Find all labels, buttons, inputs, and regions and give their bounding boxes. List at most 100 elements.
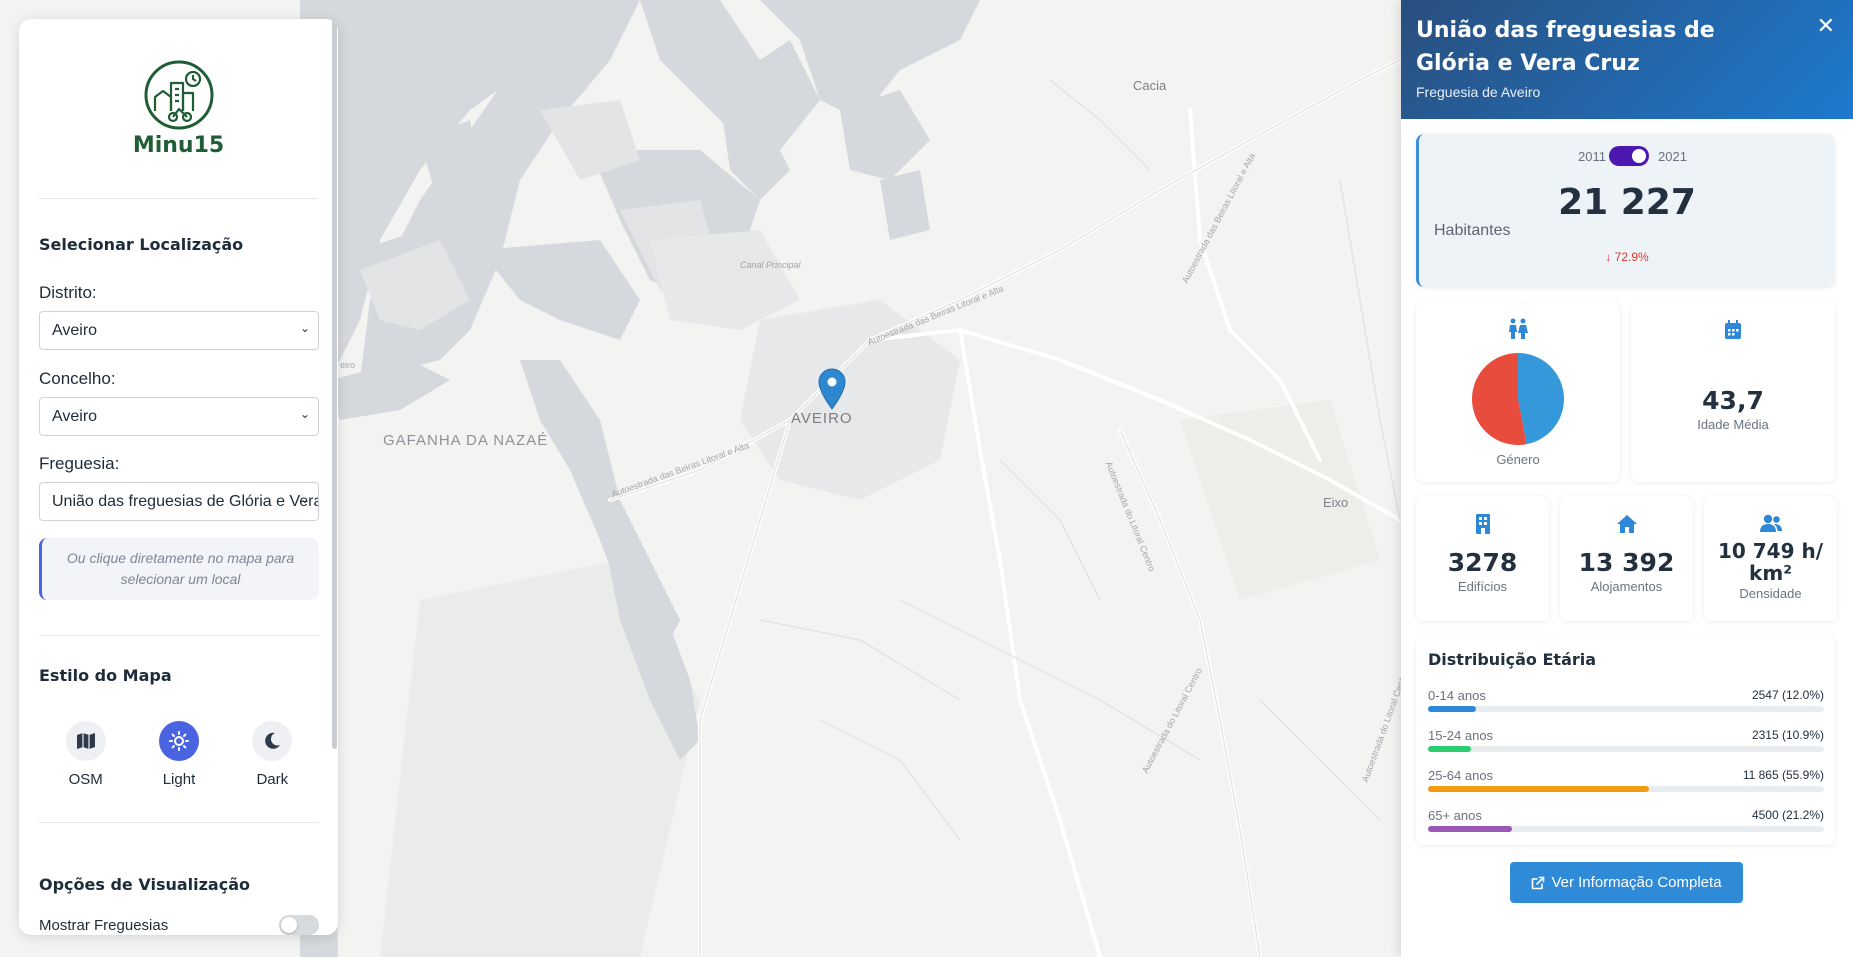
dwellings-value: 13 392: [1578, 548, 1675, 577]
distrito-value: Aveiro: [52, 322, 98, 339]
age-bar-track: [1428, 746, 1824, 752]
gender-label: Género: [1496, 452, 1540, 467]
logo-icon: [144, 60, 213, 130]
age-bar-track: [1428, 826, 1824, 832]
style-button-light[interactable]: [158, 721, 199, 761]
population-change: ↓ 72.9%: [1605, 250, 1649, 264]
density-label: Densidade: [1739, 586, 1802, 601]
age-bar-track: [1428, 786, 1824, 792]
toggle-knob: [1632, 149, 1646, 163]
toggle-knob: [281, 917, 297, 933]
chevron-down-icon: ⌄: [299, 321, 310, 335]
avg-age-card: 43,7 Idade Média: [1631, 302, 1835, 482]
divider: [39, 635, 319, 636]
sidebar-scrollbar[interactable]: [332, 19, 337, 749]
users-icon: [1759, 514, 1782, 532]
age-distribution-title: Distribuição Etária: [1428, 650, 1597, 669]
map-label-eixo: Eixo: [1323, 495, 1349, 510]
freguesia-select[interactable]: União das freguesias de Glória e Vera Cr…: [39, 482, 319, 521]
concelho-label: Concelho:: [39, 369, 116, 388]
map-style-options: OSM Light Dark: [39, 721, 319, 788]
view-full-info-button[interactable]: Ver Informação Completa: [1510, 862, 1743, 903]
calendar-icon: [1725, 320, 1741, 339]
gender-pie-chart: [1472, 353, 1564, 445]
distrito-label: Distrito:: [39, 283, 97, 302]
age-bar-fill: [1428, 786, 1650, 792]
age-value: 2315 (10.9%): [1751, 728, 1824, 742]
age-label: 15-24 anos: [1428, 728, 1494, 743]
map-icon: [76, 733, 95, 749]
panel-header: União das freguesias de Glória e Vera Cr…: [1401, 0, 1853, 119]
close-button[interactable]: ✕: [1817, 14, 1835, 39]
age-label: 25-64 anos: [1428, 768, 1494, 783]
panel-subtitle: Freguesia de Aveiro: [1416, 84, 1541, 100]
concelho-value: Aveiro: [52, 408, 98, 425]
style-button-osm[interactable]: [65, 721, 106, 761]
divider: [39, 822, 319, 823]
style-option-light[interactable]: Light: [139, 721, 219, 788]
logo: Minu15: [39, 19, 318, 199]
show-freguesias-toggle[interactable]: [279, 915, 319, 935]
buildings-label: Edifícios: [1457, 579, 1508, 594]
map-label-gafanha: GAFANHA DA NAZAÉ: [383, 432, 549, 449]
chevron-down-icon: ⌄: [299, 492, 310, 506]
panel-title: União das freguesias de Glória e Vera Cr…: [1416, 18, 1715, 76]
age-bar-track: [1428, 706, 1824, 712]
dwellings-label: Alojamentos: [1590, 579, 1663, 594]
sun-icon: [168, 731, 189, 751]
avg-age-value: 43,7: [1702, 386, 1764, 415]
avg-age-label: Idade Média: [1697, 417, 1769, 432]
show-freguesias-row: Mostrar Freguesias: [39, 915, 319, 935]
map-style-section-title: Estilo do Mapa: [39, 666, 172, 685]
distrito-select[interactable]: Aveiro ⌄: [39, 311, 319, 350]
home-icon: [1616, 515, 1637, 533]
map-label-cacia: Cacia: [1133, 78, 1167, 93]
population-value: 21 227: [1558, 182, 1696, 223]
map-marker-icon[interactable]: [818, 368, 846, 410]
year-2021-label: 2021: [1658, 149, 1687, 164]
freguesia-value: União das freguesias de Glória e Vera Cr…: [52, 493, 318, 510]
map-click-hint: Ou clique diretamente no mapa para selec…: [39, 538, 319, 600]
chevron-down-icon: ⌄: [299, 407, 310, 421]
year-toggle[interactable]: [1609, 146, 1649, 166]
freguesia-label: Freguesia:: [39, 454, 120, 473]
location-section-title: Selecionar Localização: [39, 235, 244, 254]
density-card: 10 749 h/ km² Densidade: [1704, 496, 1837, 621]
view-full-info-label: Ver Informação Completa: [1551, 874, 1722, 891]
pie-slice-male: [1518, 353, 1564, 445]
building-icon: [1475, 514, 1490, 534]
people-gender-icon: [1509, 318, 1528, 339]
style-name-dark: Dark: [256, 771, 289, 788]
population-label: Habitantes: [1434, 222, 1511, 239]
age-distribution-card: Distribuição Etária 0-14 anos 2547 (12.0…: [1416, 636, 1835, 845]
year-2011-label: 2011: [1578, 149, 1606, 164]
density-value: 10 749 h/ km²: [1717, 539, 1824, 585]
logo-text: Minu15: [132, 133, 225, 158]
age-value: 11 865 (55.9%): [1742, 768, 1824, 782]
map-label-aveiro: AVEIRO: [791, 410, 853, 427]
dwellings-card: 13 392 Alojamentos: [1560, 496, 1693, 621]
view-options-section-title: Opções de Visualização: [39, 875, 250, 894]
age-value: 2547 (12.0%): [1751, 688, 1824, 702]
population-card: 2011 2021 21 227 Habitantes ↓ 72.9%: [1416, 134, 1835, 287]
external-link-icon: [1532, 876, 1545, 889]
concelho-select[interactable]: Aveiro ⌄: [39, 397, 319, 436]
style-name-osm: OSM: [68, 771, 103, 788]
moon-icon: [265, 732, 281, 749]
age-label: 65+ anos: [1428, 808, 1482, 823]
style-button-dark[interactable]: [252, 721, 293, 761]
buildings-card: 3278 Edifícios: [1416, 496, 1549, 621]
age-bar-fill: [1428, 826, 1512, 832]
gender-card: Género: [1416, 302, 1620, 482]
map-label-canal: Canal Principal: [740, 260, 801, 270]
style-option-osm[interactable]: OSM: [46, 721, 126, 788]
buildings-value: 3278: [1447, 548, 1518, 577]
age-value: 4500 (21.2%): [1751, 808, 1824, 822]
age-label: 0-14 anos: [1428, 688, 1486, 703]
info-panel: União das freguesias de Glória e Vera Cr…: [1401, 0, 1853, 957]
map-label-left-edge: eiro: [340, 360, 356, 370]
style-option-dark[interactable]: Dark: [232, 721, 312, 788]
age-bar-fill: [1428, 746, 1472, 752]
show-freguesias-label: Mostrar Freguesias: [39, 916, 169, 934]
age-bar-fill: [1428, 706, 1476, 712]
